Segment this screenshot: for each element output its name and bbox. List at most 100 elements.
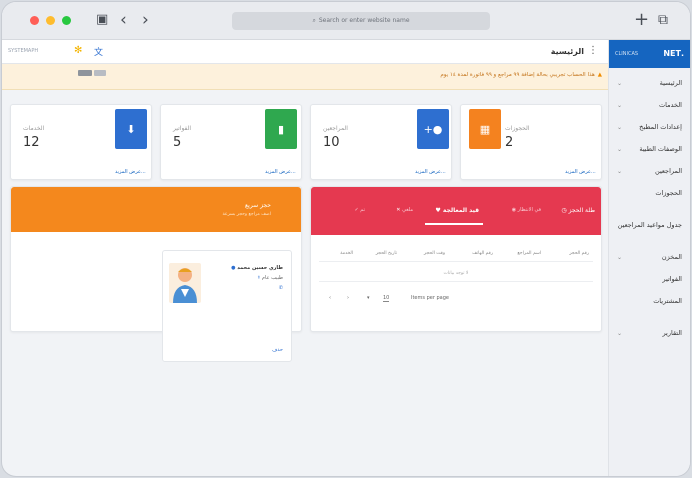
close-window-button[interactable] bbox=[30, 16, 39, 25]
sidebar-item-label: المشتريات bbox=[653, 297, 682, 305]
browser-titlebar: ▣ ‹ › ⌕ Search or enter website name + ⧉ bbox=[2, 2, 690, 40]
quick-booking-title: حجز سريع bbox=[244, 202, 271, 209]
tab-done[interactable]: تم ✓ bbox=[354, 207, 365, 213]
user-plus-icon: +● bbox=[417, 109, 449, 149]
stat-label: الفواتير bbox=[173, 125, 192, 132]
page-title: الرئيسية bbox=[550, 47, 584, 56]
column-header: الخدمة bbox=[340, 251, 353, 256]
chevron-down-icon: ⌄ bbox=[617, 253, 623, 261]
sidebar-item[interactable]: جدول مواعيد المراجعين bbox=[609, 214, 690, 236]
sidebar-item[interactable]: المشتريات bbox=[609, 290, 690, 312]
app-sidebar: .NET CLINICAS الرئيسية ⌄ الخدمات ⌄ إعدادات ا… bbox=[608, 40, 690, 476]
address-placeholder: Search or enter website name bbox=[318, 17, 410, 24]
phone-icon[interactable]: ✆ bbox=[279, 285, 283, 291]
stat-value: 2 bbox=[505, 135, 514, 150]
doctor-name-text: طاري حسين محمد bbox=[237, 265, 283, 271]
quick-booking-header[interactable]: حجز سريع اضف مراجع وحجز بسرعة bbox=[11, 187, 301, 232]
chevron-down-icon: ⌄ bbox=[617, 167, 623, 175]
brand-sub: CLINICAS bbox=[615, 51, 639, 57]
minimize-window-button[interactable] bbox=[46, 16, 55, 25]
sidebar-item-label: الحجوزات bbox=[655, 189, 682, 197]
chevron-down-icon: ⌄ bbox=[617, 79, 623, 87]
tab-label: ملغي bbox=[402, 207, 413, 213]
tab-label: طلة الحجز bbox=[568, 207, 595, 214]
calendar-icon: ▦ bbox=[469, 109, 501, 149]
doctor-card: طاري حسين محمد ● طبيب عام ⚕ ✆ حذف bbox=[162, 250, 292, 362]
bookings-tabs: طلة الحجز ◷ في الانتظار ◉ قيد المعالجة ♥… bbox=[311, 187, 601, 235]
forward-icon[interactable]: › bbox=[142, 10, 149, 30]
per-page-select[interactable]: 10 bbox=[383, 295, 390, 302]
stat-card-invoices[interactable]: ▮ الفواتير 5 عرض المزيد... bbox=[160, 104, 302, 180]
tab-cancelled[interactable]: ملغي ✕ bbox=[396, 207, 413, 213]
tab-label: في الانتظار bbox=[517, 207, 541, 213]
sidebar-item[interactable]: الحجوزات bbox=[609, 182, 690, 204]
new-tab-icon[interactable]: + bbox=[634, 10, 649, 30]
theme-icon[interactable]: ✻ bbox=[74, 45, 82, 56]
sidebar-item[interactable]: الوصفات الطبية ⌄ bbox=[609, 138, 690, 160]
page-dropdown-icon[interactable]: ▾ bbox=[367, 295, 370, 301]
stat-more-link[interactable]: عرض المزيد... bbox=[415, 169, 446, 175]
stat-value: 10 bbox=[323, 135, 340, 150]
main-area: SYSTEMAPH ✻ 文 الرئيسية ⋮ ▲هذا الحساب تجر… bbox=[2, 40, 608, 476]
stat-value: 12 bbox=[23, 135, 40, 150]
tab-waiting[interactable]: في الانتظار ◉ bbox=[512, 207, 541, 213]
stat-card-bookings[interactable]: ▦ الحجوزات 2 عرض المزيد... bbox=[460, 104, 602, 180]
column-header: تاريخ الحجز bbox=[375, 251, 397, 256]
table-divider bbox=[319, 261, 593, 262]
sidebar-item-label: إعدادات المطبخ bbox=[639, 123, 682, 131]
chevron-down-icon: ⌄ bbox=[617, 101, 623, 109]
sidebar-item-label: الفواتير bbox=[662, 275, 682, 283]
tab-booking-status[interactable]: طلة الحجز ◷ bbox=[561, 207, 595, 214]
translate-icon[interactable]: 文 bbox=[94, 45, 103, 58]
zoom-window-button[interactable] bbox=[62, 16, 71, 25]
chevron-down-icon: ⌄ bbox=[617, 145, 623, 153]
search-icon: ⌕ bbox=[312, 17, 316, 24]
stat-label: المراجعين bbox=[323, 125, 348, 132]
stat-card-services[interactable]: ⬇ الخدمات 12 عرض المزيد... bbox=[10, 104, 152, 180]
view-toggle-alt[interactable] bbox=[94, 70, 106, 76]
first-page-icon[interactable]: ‹ bbox=[329, 295, 331, 301]
stat-more-link[interactable]: عرض المزيد... bbox=[115, 169, 146, 175]
sidebar-item[interactable]: إعدادات المطبخ ⌄ bbox=[609, 116, 690, 138]
sidebar-item-label: الوصفات الطبية bbox=[639, 145, 682, 153]
tab-label: تم bbox=[360, 207, 365, 213]
prev-page-icon[interactable]: › bbox=[347, 295, 349, 301]
brand-name: .NET bbox=[663, 49, 684, 58]
column-header: وقت الحجز bbox=[423, 251, 445, 256]
notice-bar: ▲هذا الحساب تجريبي بحالة إضافة ٩٩ مراجع … bbox=[2, 64, 608, 90]
stethoscope-icon: ⚕ bbox=[257, 275, 261, 281]
doctor-role: طبيب عام ⚕ bbox=[258, 275, 283, 281]
person-icon: ● bbox=[231, 265, 236, 271]
tab-processing[interactable]: قيد المعالجة ♥ bbox=[435, 207, 479, 214]
sidebar-brand: .NET CLINICAS bbox=[609, 40, 690, 68]
app-topbar: SYSTEMAPH ✻ 文 الرئيسية ⋮ bbox=[2, 40, 608, 64]
tabs-overview-icon[interactable]: ⧉ bbox=[658, 10, 668, 30]
stat-card-patients[interactable]: +● المراجعين 10 عرض المزيد... bbox=[310, 104, 452, 180]
chevron-down-icon: ⌄ bbox=[617, 123, 623, 131]
per-page-label: Items per page bbox=[411, 295, 449, 301]
view-toggle[interactable] bbox=[78, 70, 92, 76]
table-divider bbox=[319, 281, 593, 282]
sidebar-item[interactable]: التقارير ⌄ bbox=[609, 322, 690, 344]
sidebar-item-label: الخدمات bbox=[659, 101, 682, 109]
back-icon[interactable]: ‹ bbox=[120, 10, 127, 30]
doctor-role-text: طبيب عام bbox=[261, 275, 283, 281]
stat-more-link[interactable]: عرض المزيد... bbox=[565, 169, 596, 175]
sidebar-toggle-icon[interactable]: ▣ bbox=[96, 10, 108, 30]
doctor-delete-link[interactable]: حذف bbox=[272, 347, 283, 353]
address-bar[interactable]: ⌕ Search or enter website name bbox=[232, 12, 490, 30]
trial-banner-text: هذا الحساب تجريبي بحالة إضافة ٩٩ مراجع و… bbox=[440, 72, 595, 78]
sidebar-item[interactable]: الرئيسية ⌄ bbox=[609, 72, 690, 94]
stat-label: الحجوزات bbox=[505, 125, 530, 132]
stat-more-link[interactable]: عرض المزيد... bbox=[265, 169, 296, 175]
empty-table-text: لا توجد بيانات bbox=[443, 271, 469, 276]
sidebar-item[interactable]: المخزن ⌄ bbox=[609, 246, 690, 268]
more-icon[interactable]: ⋮ bbox=[588, 45, 598, 56]
sidebar-item[interactable]: الفواتير bbox=[609, 268, 690, 290]
column-header: رقم الهاتف bbox=[472, 251, 493, 256]
app-logo: SYSTEMAPH bbox=[8, 48, 39, 54]
sidebar-item[interactable]: المراجعين ⌄ bbox=[609, 160, 690, 182]
column-header: اسم المراجع bbox=[517, 251, 541, 256]
column-header: رقم الحجز bbox=[569, 251, 589, 256]
sidebar-item[interactable]: الخدمات ⌄ bbox=[609, 94, 690, 116]
